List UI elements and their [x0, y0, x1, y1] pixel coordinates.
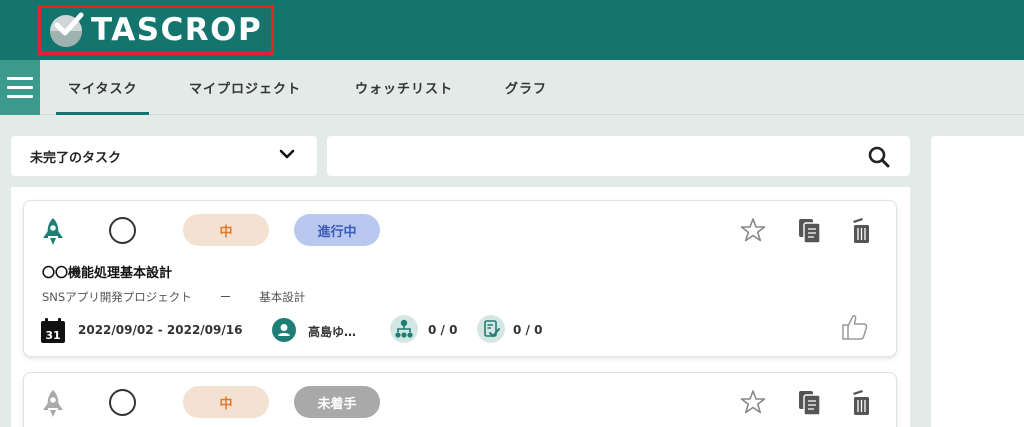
- project-link[interactable]: SNSアプリ開発プロジェクト: [42, 289, 192, 305]
- filter-selected-value: 未完了のタスク: [30, 150, 122, 166]
- avatar[interactable]: [272, 318, 296, 342]
- checklist-count: 0 / 0: [513, 323, 543, 337]
- chevron-down-icon: [279, 149, 295, 159]
- tab-my-projects[interactable]: マイプロジェクト: [189, 60, 301, 115]
- search-input[interactable]: [337, 142, 857, 170]
- search-icon[interactable]: [868, 146, 890, 168]
- copy-icon[interactable]: [798, 390, 822, 416]
- checklist-icon: [484, 320, 500, 338]
- trash-icon[interactable]: [850, 216, 872, 244]
- date-range[interactable]: 2022/09/02 - 2022/09/16: [78, 323, 242, 337]
- tab-graph[interactable]: グラフ: [505, 60, 547, 115]
- task-meta-row: 31 2022/09/02 - 2022/09/16 高島ゆ… 0 / 0 0 …: [40, 315, 880, 344]
- menu-line: [7, 77, 33, 80]
- subtask-count: 0 / 0: [428, 323, 458, 337]
- status-badge[interactable]: 未着手: [294, 386, 380, 418]
- calendar-icon[interactable]: 31: [40, 318, 66, 344]
- main-nav: マイタスク マイプロジェクト ウォッチリスト グラフ: [0, 60, 1024, 115]
- breadcrumb: SNSアプリ開発プロジェクト ー 基本設計: [42, 289, 305, 305]
- app-header: TASCROP: [0, 0, 1024, 60]
- phase-link[interactable]: 基本設計: [259, 289, 305, 305]
- task-title[interactable]: 〇〇機能処理基本設計: [42, 262, 172, 281]
- menu-line: [7, 95, 33, 98]
- app-logo[interactable]: TASCROP: [38, 5, 274, 55]
- search-box: [327, 136, 910, 176]
- rocket-icon[interactable]: [41, 217, 65, 247]
- calendar-day: 31: [45, 329, 60, 342]
- copy-icon[interactable]: [798, 218, 822, 244]
- breadcrumb-separator: ー: [219, 290, 232, 304]
- menu-line: [7, 86, 33, 89]
- trash-icon[interactable]: [850, 388, 872, 416]
- tab-label: ウォッチリスト: [355, 82, 454, 97]
- priority-badge[interactable]: 中: [183, 214, 269, 246]
- right-side-panel: [931, 136, 1024, 427]
- complete-checkbox[interactable]: [109, 389, 136, 416]
- task-card[interactable]: 中 未着手: [23, 372, 897, 427]
- star-icon[interactable]: [740, 217, 766, 243]
- complete-checkbox[interactable]: [109, 217, 136, 244]
- star-icon[interactable]: [740, 389, 766, 415]
- tab-watchlist[interactable]: ウォッチリスト: [355, 60, 453, 115]
- subtask-tree-icon: [395, 319, 413, 338]
- subtask-button[interactable]: [390, 315, 418, 343]
- tab-label: グラフ: [505, 82, 548, 97]
- logo-text: TASCROP: [91, 11, 263, 48]
- tab-label: マイタスク: [68, 82, 138, 97]
- assignee-name[interactable]: 高島ゆ…: [308, 323, 356, 340]
- user-icon: [278, 324, 290, 336]
- thumbs-up-icon[interactable]: [840, 312, 870, 342]
- tab-label: マイプロジェクト: [189, 82, 302, 97]
- tab-my-tasks[interactable]: マイタスク: [56, 60, 150, 115]
- priority-badge[interactable]: 中: [183, 386, 269, 418]
- checklist-button[interactable]: [477, 315, 505, 343]
- status-badge[interactable]: 進行中: [294, 214, 380, 246]
- task-card[interactable]: 中 進行中 〇〇機能処理基本設計 SNSアプリ開発プロジェクト ー 基本設計 3…: [23, 200, 897, 357]
- logo-check-icon: [50, 12, 84, 47]
- task-filter-select[interactable]: 未完了のタスク: [11, 136, 317, 176]
- rocket-icon[interactable]: [41, 389, 65, 419]
- hamburger-menu-button[interactable]: [0, 60, 40, 115]
